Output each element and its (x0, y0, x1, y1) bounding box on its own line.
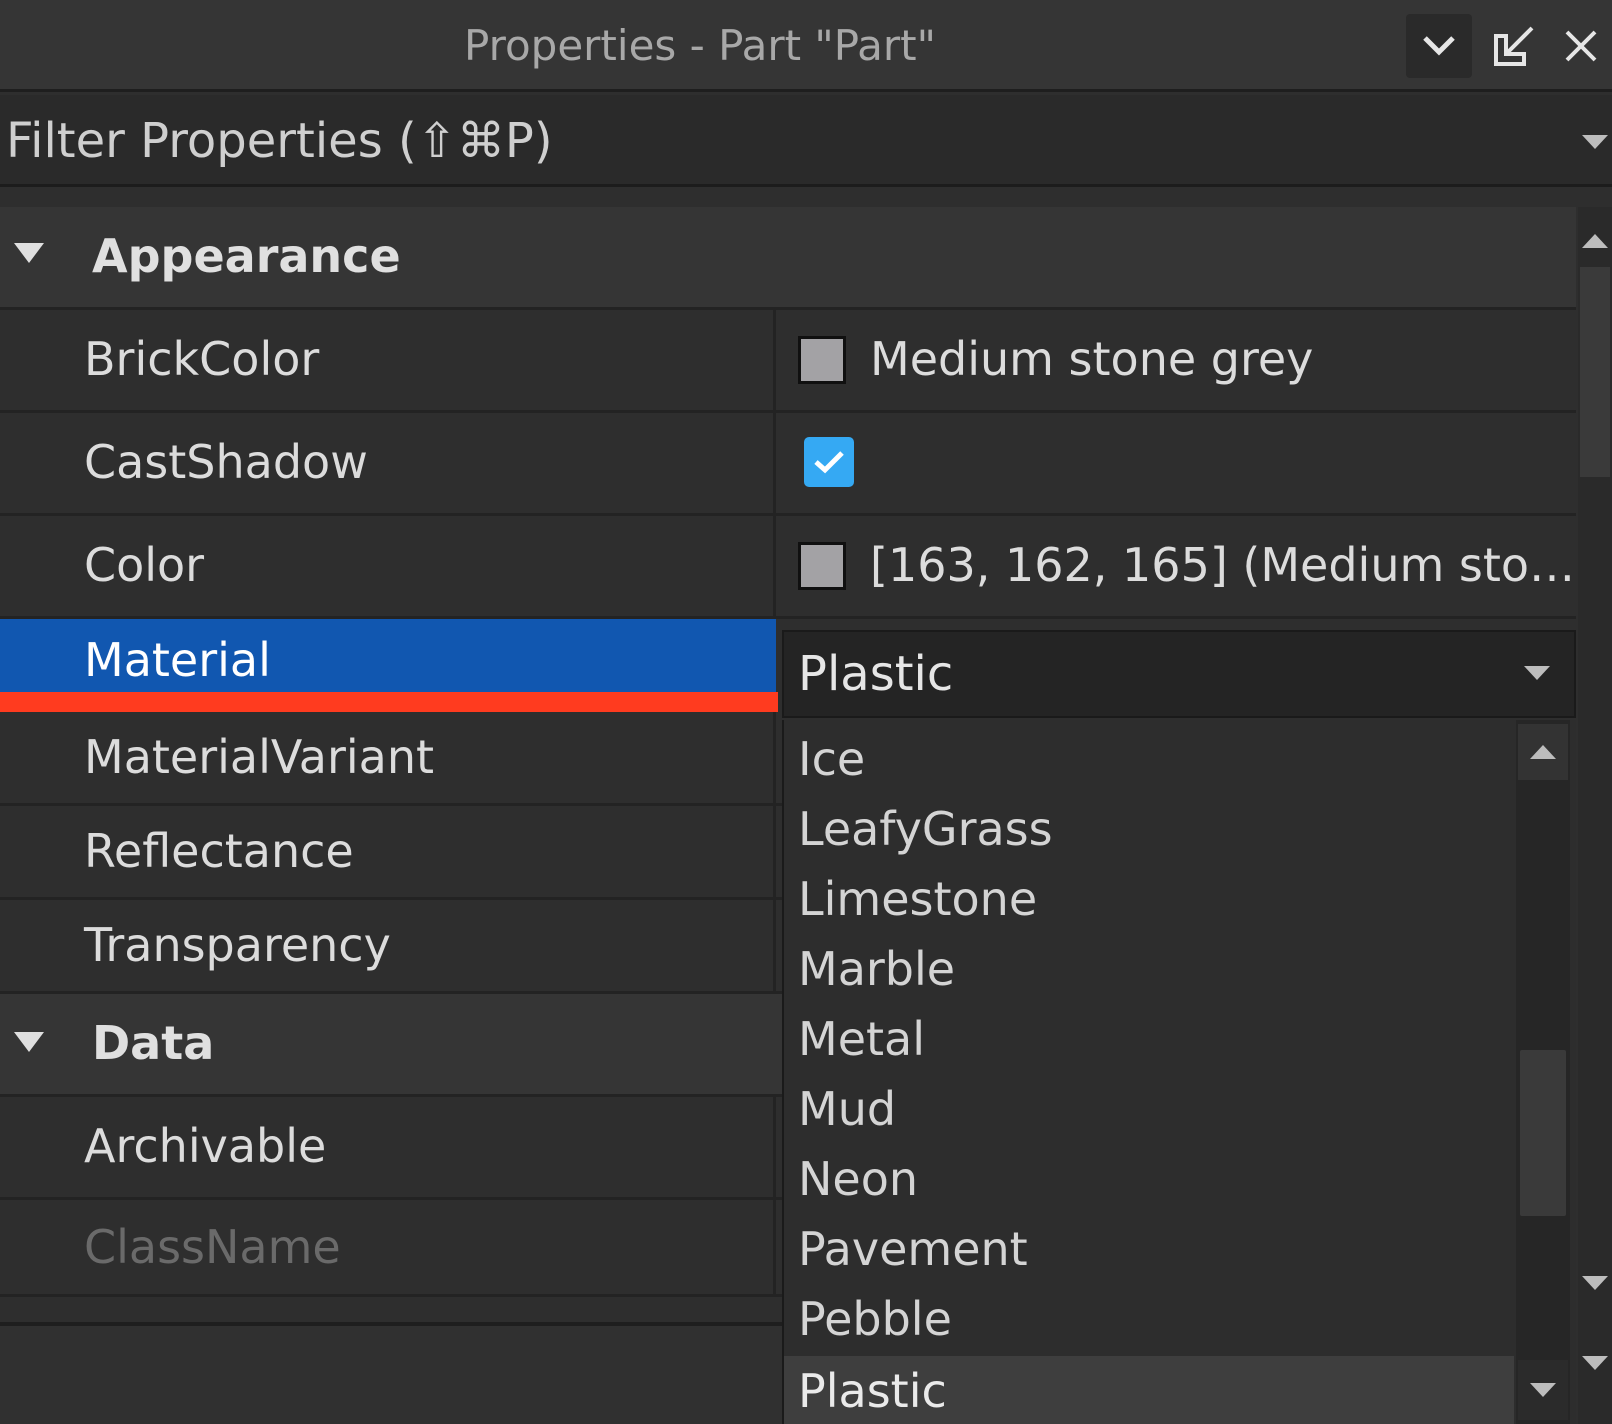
category-label: Data (92, 1016, 215, 1070)
scrollbar-thumb[interactable] (1520, 1050, 1566, 1216)
scroll-up-button[interactable] (1518, 724, 1568, 780)
caret-up-icon (1530, 745, 1556, 759)
filter-bar: Filter Properties (⇧⌘P) (0, 95, 1612, 187)
category-appearance[interactable]: Appearance (0, 207, 1576, 310)
castshadow-checkbox[interactable] (804, 437, 854, 487)
dropdown-option[interactable]: Pavement (784, 1214, 1514, 1284)
caret-down-icon (1582, 1276, 1608, 1290)
caret-down-icon (1530, 1383, 1556, 1397)
caret-down-icon[interactable] (1524, 666, 1550, 680)
property-row-color[interactable]: Color [163, 162, 165] (Medium sto… (0, 516, 1576, 619)
properties-scrollbar[interactable] (1578, 207, 1612, 1424)
panel-menu-button[interactable] (1406, 14, 1472, 78)
dropdown-option[interactable]: LeafyGrass (784, 794, 1514, 864)
selection-underline (0, 692, 778, 712)
property-name: Material (84, 633, 271, 687)
scroll-up-button[interactable] (1578, 221, 1612, 261)
checkmark-icon (814, 451, 844, 474)
window-title: Properties - Part "Part" (464, 21, 936, 70)
dropdown-option[interactable]: Neon (784, 1144, 1514, 1214)
material-select[interactable]: Plastic (782, 630, 1576, 718)
property-name: CastShadow (84, 435, 368, 489)
scroll-down-button[interactable] (1518, 1360, 1568, 1420)
title-bar: Properties - Part "Part" (0, 0, 1612, 92)
property-name: MaterialVariant (84, 730, 435, 784)
dropdown-option[interactable]: Limestone (784, 864, 1514, 934)
scrollbar-thumb[interactable] (1580, 267, 1610, 477)
property-name: ClassName (84, 1220, 341, 1274)
close-button[interactable] (1554, 14, 1608, 78)
dropdown-option[interactable]: Mud (784, 1074, 1514, 1144)
property-name: Transparency (84, 918, 391, 972)
collapse-arrow-icon[interactable] (14, 1032, 44, 1054)
category-label: Appearance (92, 229, 401, 283)
property-name: BrickColor (84, 332, 320, 386)
material-dropdown-list: Ice LeafyGrass Limestone Marble Metal Mu… (782, 720, 1576, 1424)
scroll-down-button[interactable] (1578, 1343, 1612, 1383)
property-name: Archivable (84, 1119, 327, 1173)
dropdown-option-selected[interactable]: Plastic (784, 1356, 1514, 1424)
color-swatch[interactable] (798, 542, 846, 590)
close-icon (1565, 30, 1597, 62)
color-swatch[interactable] (798, 336, 846, 384)
material-select-value: Plastic (798, 646, 954, 702)
dropdown-option[interactable]: Ice (784, 724, 1514, 794)
property-value[interactable]: [163, 162, 165] (Medium sto… (870, 538, 1575, 592)
dropdown-option[interactable]: Pebble (784, 1284, 1514, 1354)
filter-properties-input[interactable]: Filter Properties (⇧⌘P) (6, 95, 1506, 187)
dropdown-option[interactable]: Marble (784, 934, 1514, 1004)
dropdown-scrollbar[interactable] (1516, 720, 1570, 1424)
chevron-down-icon (1423, 36, 1455, 56)
property-name: Color (84, 538, 205, 592)
panel-footer (0, 1322, 782, 1424)
property-value[interactable]: Medium stone grey (870, 332, 1313, 386)
caret-down-icon (1582, 1356, 1608, 1370)
property-row-castshadow[interactable]: CastShadow (0, 413, 1576, 516)
caret-down-icon[interactable] (1582, 135, 1608, 149)
collapse-arrow-icon[interactable] (14, 243, 44, 265)
caret-up-icon (1582, 234, 1608, 248)
property-row-brickcolor[interactable]: BrickColor Medium stone grey (0, 310, 1576, 413)
undock-icon (1494, 26, 1534, 66)
property-name: Reflectance (84, 824, 354, 878)
scroll-down-button[interactable] (1578, 1263, 1612, 1303)
undock-button[interactable] (1486, 14, 1542, 78)
dropdown-option[interactable]: Metal (784, 1004, 1514, 1074)
